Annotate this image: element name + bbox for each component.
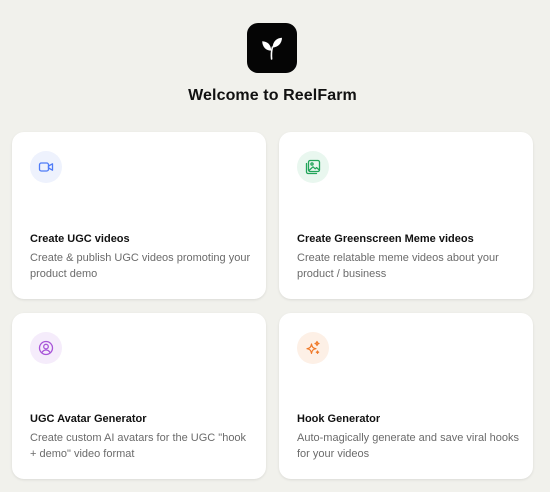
card-title: Create Greenscreen Meme videos <box>297 233 474 245</box>
card-title: Hook Generator <box>297 413 381 425</box>
video-camera-icon <box>38 162 54 172</box>
icon-badge <box>30 151 62 183</box>
icon-badge <box>30 332 62 364</box>
icon-badge <box>297 332 329 364</box>
reelfarm-logo <box>247 23 297 73</box>
create-ugc-videos-card[interactable]: Create UGC videos Create & publish UGC v… <box>12 132 266 299</box>
page-title: Welcome to ReelFarm <box>188 87 357 104</box>
hook-generator-card[interactable]: Hook Generator Auto-magically generate a… <box>279 313 533 479</box>
sparkles-icon <box>306 340 320 354</box>
card-description: Create & publish UGC videos promoting yo… <box>30 252 251 280</box>
user-circle-icon <box>38 340 54 356</box>
icon-badge <box>297 151 329 183</box>
ugc-avatar-generator-card[interactable]: UGC Avatar Generator Create custom AI av… <box>12 313 266 479</box>
card-title: UGC Avatar Generator <box>30 413 147 425</box>
create-greenscreen-meme-videos-card[interactable]: Create Greenscreen Meme videos Create re… <box>279 132 533 299</box>
sprout-leaf-icon <box>262 37 282 60</box>
card-description: Create custom AI avatars for the UGC "ho… <box>30 432 247 460</box>
card-title: Create UGC videos <box>30 233 130 245</box>
card-description: Auto-magically generate and save viral h… <box>297 432 519 460</box>
image-gallery-icon <box>305 159 321 175</box>
card-description: Create relatable meme videos about your … <box>297 252 499 280</box>
